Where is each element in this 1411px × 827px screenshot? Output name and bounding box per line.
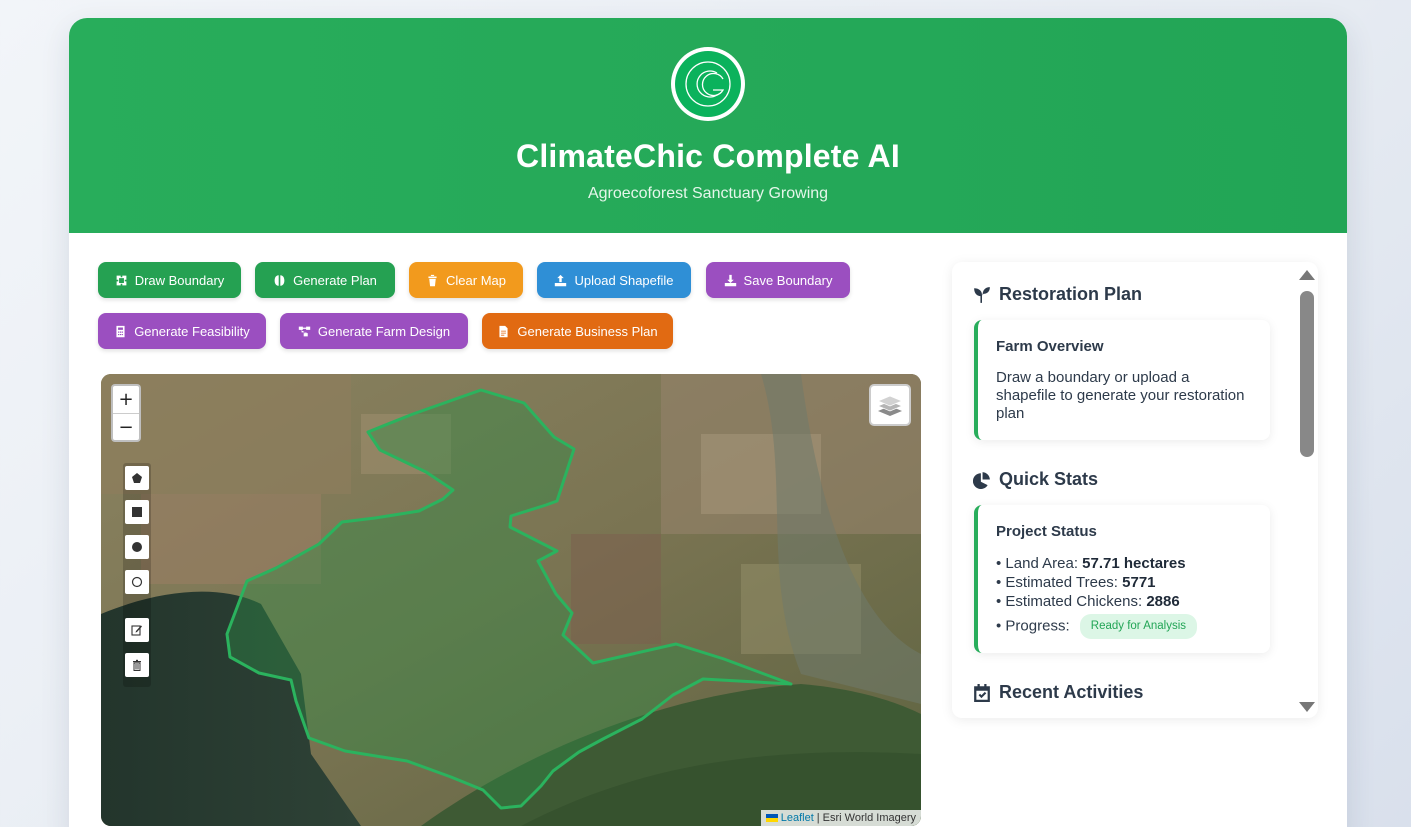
draw-boundary-label: Draw Boundary (134, 272, 225, 288)
generate-feasibility-button[interactable]: Generate Feasibility (98, 313, 266, 349)
generate-plan-label: Generate Plan (293, 272, 377, 288)
scroll-down-arrow-icon[interactable] (1299, 702, 1315, 712)
draw-polygon-tool[interactable] (125, 466, 149, 490)
calendar-check-icon (974, 683, 990, 702)
farm-overview-text: Draw a boundary or upload a shapefile to… (996, 369, 1245, 422)
sitemap-icon (298, 326, 311, 336)
generate-business-plan-label: Generate Business Plan (517, 323, 658, 339)
chickens-value: 2886 (1146, 593, 1180, 610)
trash-icon (133, 659, 141, 671)
circle-icon (132, 542, 142, 552)
land-area-stat: • Land Area: 57.71 hectares (996, 554, 1252, 573)
file-document-icon (499, 325, 508, 337)
restoration-plan-title: Restoration Plan (999, 284, 1143, 304)
zoom-out-button[interactable]: − (113, 413, 139, 440)
draw-toolbar (123, 463, 151, 687)
generate-farm-design-button[interactable]: Generate Farm Design (280, 313, 468, 349)
restoration-plan-heading: Restoration Plan (973, 284, 1142, 305)
restoration-panel[interactable]: Restoration Plan Farm Overview Draw a bo… (952, 262, 1318, 718)
save-boundary-button[interactable]: Save Boundary (706, 262, 850, 298)
circle-outline-icon (131, 576, 143, 588)
panel-scrollbar[interactable] (1299, 262, 1315, 718)
project-status-title: Project Status (996, 523, 1097, 540)
trees-value: 5771 (1122, 574, 1156, 591)
draw-boundary-button[interactable]: Draw Boundary (98, 262, 241, 298)
trash-icon (428, 274, 437, 286)
farm-overview-card: Farm Overview Draw a boundary or upload … (974, 320, 1270, 440)
upload-shapefile-button[interactable]: Upload Shapefile (537, 262, 691, 298)
upload-icon (555, 274, 567, 286)
app-title: ClimateChic Complete AI (516, 138, 900, 174)
edit-icon (131, 625, 142, 636)
generate-feasibility-label: Generate Feasibility (134, 323, 250, 339)
pentagon-icon (132, 473, 142, 483)
draw-marker-tool[interactable] (125, 570, 149, 594)
app-logo (671, 47, 745, 121)
edit-layers-tool[interactable] (125, 618, 149, 642)
upload-shapefile-label: Upload Shapefile (574, 272, 674, 288)
calculator-icon (116, 325, 125, 337)
climatechic-logo-icon (675, 51, 741, 117)
land-area-label: • Land Area: (996, 555, 1083, 572)
generate-plan-button[interactable]: Generate Plan (255, 262, 395, 298)
square-icon (132, 507, 142, 517)
save-boundary-label: Save Boundary (743, 272, 833, 288)
satellite-map[interactable]: + − Leaflet | Esri World Imagery (101, 374, 921, 826)
quick-stats-heading: Quick Stats (973, 469, 1098, 490)
app-header: ClimateChic Complete AI Agroecoforest Sa… (69, 18, 1347, 233)
pie-chart-icon (973, 471, 990, 489)
recent-activities-title: Recent Activities (999, 682, 1144, 702)
app-subtitle: Agroecoforest Sanctuary Growing (587, 185, 829, 202)
layers-icon (877, 395, 903, 416)
draw-polygon-icon (116, 275, 127, 285)
delete-layers-tool[interactable] (125, 653, 149, 677)
chickens-stat: • Estimated Chickens: 2886 (996, 592, 1252, 611)
farm-overview-title: Farm Overview (996, 338, 1104, 355)
map-attribution: Leaflet | Esri World Imagery (760, 810, 921, 826)
draw-circle-tool[interactable] (125, 535, 149, 559)
leaflet-link[interactable]: Leaflet (781, 812, 814, 824)
trees-stat: • Estimated Trees: 5771 (996, 573, 1252, 592)
progress-label: • Progress: (996, 617, 1074, 635)
status-badge: Ready for Analysis (1079, 614, 1198, 639)
progress-stat: • Progress: Ready for Analysis (996, 614, 1252, 639)
layers-control-button[interactable] (869, 384, 911, 426)
brain-icon (274, 274, 285, 286)
land-area-value: 57.71 hectares (1082, 555, 1186, 572)
generate-farm-design-label: Generate Farm Design (317, 323, 451, 339)
ukraine-flag-icon (765, 814, 778, 822)
seedling-icon (974, 286, 990, 303)
trees-label: • Estimated Trees: (996, 574, 1123, 591)
app-card: ClimateChic Complete AI Agroecoforest Sa… (69, 18, 1347, 827)
zoom-control: + − (111, 384, 141, 442)
quick-stats-title: Quick Stats (999, 469, 1099, 489)
satellite-imagery (101, 374, 921, 826)
project-status-card: Project Status • Land Area: 57.71 hectar… (974, 505, 1270, 653)
chickens-label: • Estimated Chickens: (996, 593, 1147, 610)
zoom-in-button[interactable]: + (113, 386, 139, 413)
download-icon (724, 274, 736, 286)
recent-activities-heading: Recent Activities (973, 682, 1143, 703)
clear-map-button[interactable]: Clear Map (409, 262, 523, 298)
scrollbar-thumb[interactable] (1300, 291, 1314, 457)
clear-map-label: Clear Map (446, 272, 506, 288)
attribution-text: | Esri World Imagery (816, 812, 916, 824)
generate-business-plan-button[interactable]: Generate Business Plan (482, 313, 673, 349)
scroll-up-arrow-icon[interactable] (1299, 270, 1315, 280)
draw-rectangle-tool[interactable] (125, 500, 149, 524)
